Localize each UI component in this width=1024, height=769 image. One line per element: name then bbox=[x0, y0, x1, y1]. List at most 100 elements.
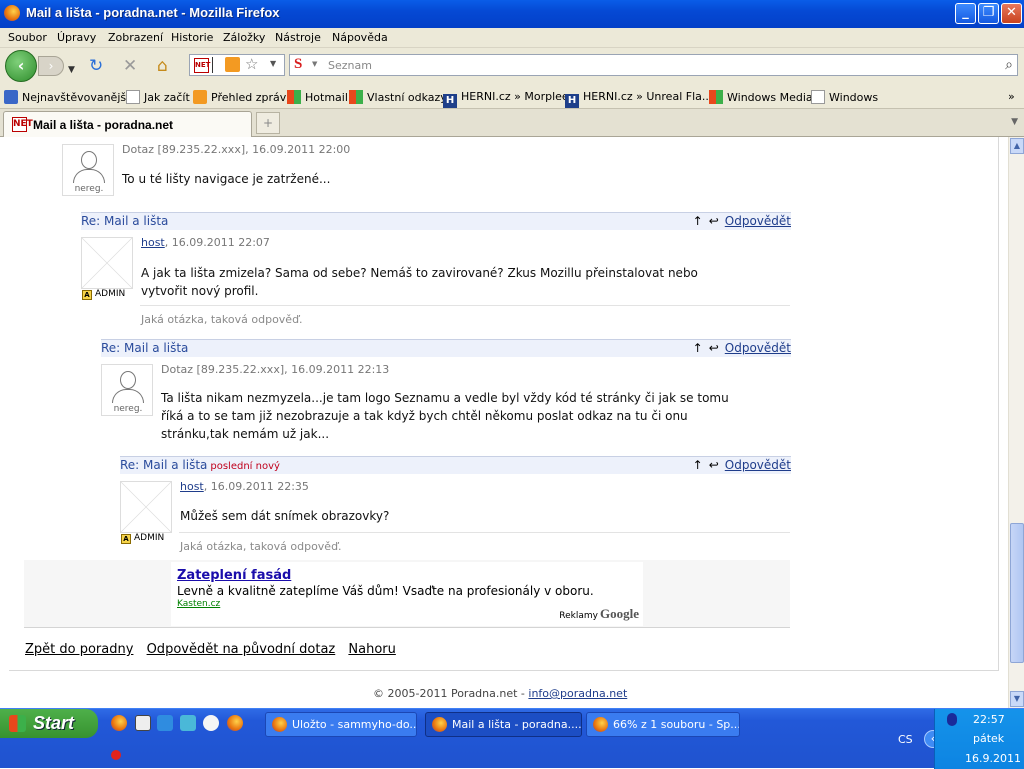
back-arrow-icon[interactable]: ↩ bbox=[709, 341, 719, 355]
menu-zobrazeni[interactable]: Zobrazení bbox=[108, 31, 163, 44]
ie-icon[interactable] bbox=[157, 715, 173, 731]
url-cursor bbox=[212, 57, 213, 73]
up-arrow-icon[interactable]: ↑ bbox=[693, 214, 703, 228]
reply-link[interactable]: Odpovědět bbox=[725, 458, 791, 472]
bookmark-prehled-zprav[interactable]: Přehled zpráv bbox=[193, 90, 286, 104]
window-title: Mail a lišta - poradna.net - Mozilla Fir… bbox=[26, 5, 280, 20]
taskbar-button-download[interactable]: 66% z 1 souboru - Sp... bbox=[586, 712, 740, 737]
scroll-down-icon[interactable]: ▼ bbox=[1010, 691, 1024, 707]
url-bar[interactable]: NET ☆ ▼ bbox=[189, 54, 285, 76]
post-text: Můžeš sem dát snímek obrazovky? bbox=[180, 509, 390, 523]
reply-title[interactable]: Re: Mail a lišta bbox=[81, 214, 168, 228]
firefox-quicklaunch-icon[interactable] bbox=[227, 715, 243, 731]
bookmarks-overflow-button[interactable]: » bbox=[1008, 90, 1015, 103]
search-engine-icon[interactable]: S bbox=[294, 56, 302, 73]
vertical-scrollbar[interactable]: ▲ ▼ bbox=[1008, 137, 1024, 708]
admin-badge: A ADMIN bbox=[82, 289, 125, 300]
back-arrow-icon[interactable]: ↩ bbox=[709, 458, 719, 472]
person-icon bbox=[120, 371, 136, 389]
language-indicator[interactable]: CS bbox=[898, 733, 913, 746]
minimize-button[interactable]: _ bbox=[955, 3, 976, 24]
reply-header: Re: Mail a lišta poslední nový ↑ ↩ Odpovědě… bbox=[120, 456, 791, 474]
new-tab-button[interactable]: + bbox=[256, 112, 280, 134]
back-button[interactable]: ‹ bbox=[5, 50, 37, 82]
home-icon[interactable]: ⌂ bbox=[157, 57, 168, 75]
avatar-unregistered: nereg. bbox=[101, 364, 153, 416]
engine-dropdown-icon[interactable]: ▼ bbox=[312, 60, 317, 68]
history-dropdown-icon[interactable]: ▼ bbox=[68, 61, 75, 79]
bluetooth-icon[interactable] bbox=[947, 713, 957, 726]
taskbar-button-mail-a-lista[interactable]: Mail a lišta - poradna.... bbox=[425, 712, 582, 737]
bookmark-vlastni-odkazy[interactable]: Vlastní odkazy bbox=[349, 90, 447, 104]
bookmark-windows[interactable]: Windows bbox=[811, 90, 878, 104]
signature-divider bbox=[179, 532, 790, 533]
search-icon[interactable]: ⌕ bbox=[1005, 57, 1013, 73]
clock-time[interactable]: 22:57 bbox=[973, 713, 1005, 726]
back-to-forum-link[interactable]: Zpět do poradny bbox=[25, 642, 133, 657]
clock-date: 16.9.2011 bbox=[965, 752, 1021, 765]
bookmark-windows-media[interactable]: Windows Media bbox=[709, 90, 813, 104]
firefox-quicklaunch-icon[interactable] bbox=[111, 715, 127, 731]
reload-icon[interactable]: ↻ bbox=[89, 57, 103, 75]
tab-mail-a-lista[interactable]: NET Mail a lišta - poradna.net bbox=[3, 111, 252, 137]
firefox-icon bbox=[593, 717, 608, 732]
reply-title[interactable]: Re: Mail a lišta bbox=[101, 341, 188, 355]
url-dropdown-icon[interactable]: ▼ bbox=[270, 59, 276, 68]
forward-button[interactable]: › bbox=[38, 56, 64, 76]
taskbar-button-ulozto[interactable]: Uložto - sammyho-do... bbox=[265, 712, 417, 737]
reply-title[interactable]: Re: Mail a lišta poslední nový bbox=[120, 458, 280, 472]
search-bar[interactable]: S ▼ Seznam ⌕ bbox=[289, 54, 1018, 76]
menu-historie[interactable]: Historie bbox=[171, 31, 213, 44]
google-logo: Google bbox=[600, 606, 639, 621]
post-meta: Dotaz [89.235.22.xxx], 16.09.2011 22:00 bbox=[122, 143, 351, 156]
reply-link[interactable]: Odpovědět bbox=[725, 214, 791, 228]
bookmark-herni-unreal[interactable]: H HERNI.cz » Unreal Fla... bbox=[565, 90, 712, 108]
email-link[interactable]: info@poradna.net bbox=[528, 687, 627, 700]
messenger-icon[interactable] bbox=[180, 715, 196, 731]
admin-badge: A ADMIN bbox=[121, 533, 164, 544]
menu-nastroje[interactable]: Nástroje bbox=[275, 31, 321, 44]
menu-napoveda[interactable]: Nápověda bbox=[332, 31, 388, 44]
menu-zalozky[interactable]: Záložky bbox=[223, 31, 265, 44]
window-titlebar[interactable]: Mail a lišta - poradna.net - Mozilla Fir… bbox=[0, 0, 1024, 28]
up-arrow-icon[interactable]: ↑ bbox=[693, 458, 703, 472]
menu-soubor[interactable]: Soubor bbox=[8, 31, 47, 44]
page-border bbox=[998, 137, 999, 671]
show-desktop-icon[interactable] bbox=[135, 715, 151, 731]
ads-by-google[interactable]: Reklamy Google bbox=[559, 606, 639, 622]
windows-icon bbox=[709, 90, 723, 104]
close-button[interactable]: ✕ bbox=[1001, 3, 1022, 24]
tab-list-icon[interactable]: ▼ bbox=[1011, 117, 1018, 127]
firefox-icon bbox=[432, 717, 447, 732]
reply-original-link[interactable]: Odpovědět na původní dotaz bbox=[147, 642, 336, 657]
post-meta: Dotaz [89.235.22.xxx], 16.09.2011 22:13 bbox=[161, 363, 390, 376]
menu-upravy[interactable]: Úpravy bbox=[57, 31, 96, 44]
post-meta: host, 16.09.2011 22:35 bbox=[180, 480, 309, 493]
rss-icon[interactable] bbox=[225, 57, 240, 72]
up-arrow-icon[interactable]: ↑ bbox=[693, 341, 703, 355]
firefox-icon bbox=[272, 717, 287, 732]
bookmark-star-icon[interactable]: ☆ bbox=[245, 55, 258, 73]
top-link[interactable]: Nahoru bbox=[348, 642, 395, 657]
reply-link[interactable]: Odpovědět bbox=[725, 341, 791, 355]
bookmark-hotmail[interactable]: Hotmail bbox=[287, 90, 348, 104]
bookmark-jak-zacit[interactable]: Jak začít bbox=[126, 90, 190, 104]
bookmark-most-visited[interactable]: Nejnavštěvovanější bbox=[4, 90, 129, 104]
media-player-icon[interactable] bbox=[203, 715, 219, 731]
post-text: To u té lišty navigace je zatržené... bbox=[122, 172, 331, 186]
windows-icon bbox=[349, 90, 363, 104]
herni-icon: H bbox=[565, 94, 579, 108]
maximize-button[interactable]: ❐ bbox=[978, 3, 999, 24]
author-link[interactable]: host bbox=[180, 480, 204, 493]
bookmark-herni-morplee[interactable]: H HERNI.cz » Morplee bbox=[443, 90, 569, 108]
scrollbar-thumb[interactable] bbox=[1010, 523, 1024, 663]
ad-title-link[interactable]: Zateplení fasád bbox=[177, 568, 291, 583]
stop-icon[interactable]: ✕ bbox=[123, 57, 137, 75]
scroll-up-icon[interactable]: ▲ bbox=[1010, 138, 1024, 154]
search-placeholder: Seznam bbox=[328, 59, 372, 72]
author-link[interactable]: host bbox=[141, 236, 165, 249]
back-arrow-icon[interactable]: ↩ bbox=[709, 214, 719, 228]
start-button[interactable]: Start bbox=[0, 709, 98, 738]
ad-description: Levně a kvalitně zateplíme Váš dům! Vsaď… bbox=[177, 584, 594, 598]
ad-url-link[interactable]: Kasten.cz bbox=[177, 599, 220, 609]
